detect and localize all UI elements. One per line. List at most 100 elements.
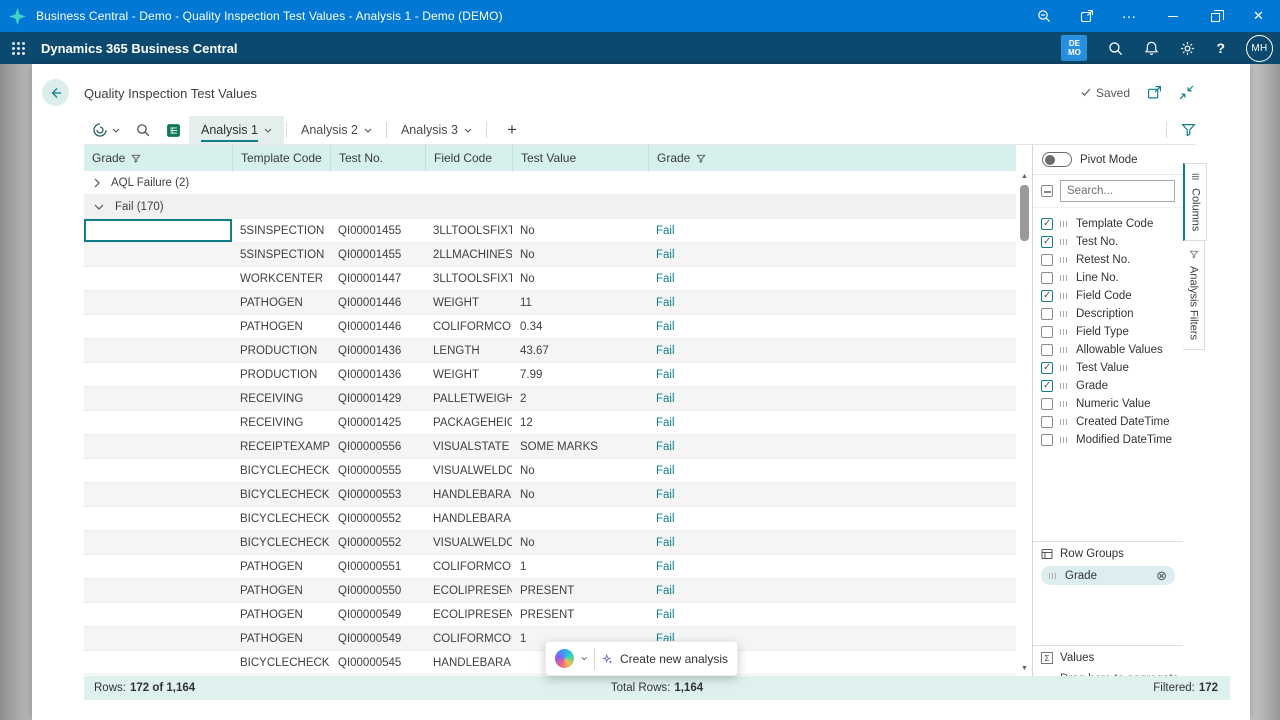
grade-value-cell[interactable]: Fail: [648, 387, 1016, 410]
scroll-up-icon[interactable]: ▲: [1018, 173, 1031, 180]
test-value-cell[interactable]: 11: [512, 291, 648, 314]
test-no-cell[interactable]: QI00000549: [330, 627, 425, 650]
filter-funnel-icon[interactable]: [1181, 123, 1196, 137]
template-code-cell[interactable]: BICYCLECHECKLIST: [232, 507, 330, 530]
drag-handle-icon[interactable]: [1060, 329, 1069, 335]
template-code-cell[interactable]: BICYCLECHECKLIST: [232, 459, 330, 482]
grade-group-cell[interactable]: [84, 387, 232, 410]
column-field-item[interactable]: Modified DateTime: [1033, 431, 1183, 449]
column-field-item[interactable]: Created DateTime: [1033, 413, 1183, 431]
grid-scrollbar[interactable]: ▲ ▼: [1018, 171, 1031, 676]
chevron-right-icon[interactable]: [94, 178, 100, 188]
help-icon[interactable]: ?: [1216, 40, 1225, 56]
template-code-cell[interactable]: PATHOGEN: [232, 315, 330, 338]
template-code-cell[interactable]: BICYCLECHECKLIST: [232, 651, 330, 674]
test-value-cell[interactable]: No: [512, 483, 648, 506]
field-code-cell[interactable]: PACKAGEHEIGHT: [425, 411, 512, 434]
test-no-cell[interactable]: QI00001455: [330, 243, 425, 266]
column-field-item[interactable]: Description: [1033, 305, 1183, 323]
tab-analysis-2[interactable]: Analysis 2: [289, 116, 384, 144]
copilot-menu-button[interactable]: [84, 116, 128, 144]
test-no-cell[interactable]: QI00001446: [330, 315, 425, 338]
tab-analysis-filters[interactable]: Analysis Filters: [1183, 241, 1205, 350]
grade-group-cell[interactable]: [84, 627, 232, 650]
share-popout-icon[interactable]: [1147, 85, 1162, 100]
test-no-cell[interactable]: QI00001436: [330, 339, 425, 362]
drag-handle-icon[interactable]: [1060, 347, 1069, 353]
test-no-cell[interactable]: QI00000556: [330, 435, 425, 458]
column-field-item[interactable]: Field Type: [1033, 323, 1183, 341]
drag-handle-icon[interactable]: [1060, 365, 1069, 371]
field-code-cell[interactable]: VISUALSTATE: [425, 435, 512, 458]
template-code-cell[interactable]: BICYCLECHECKLIST: [232, 531, 330, 554]
test-no-cell[interactable]: QI00000555: [330, 459, 425, 482]
test-value-cell[interactable]: [512, 507, 648, 530]
table-row[interactable]: 5SINSPECTION QI00001455 3LLTOOLSFIXTUR..…: [84, 219, 1016, 243]
table-row[interactable]: WORKCENTER QI00001447 3LLTOOLSFIXTUR... …: [84, 267, 1016, 291]
field-checkbox[interactable]: [1041, 380, 1053, 392]
field-code-cell[interactable]: WEIGHT: [425, 363, 512, 386]
field-checkbox[interactable]: [1041, 434, 1053, 446]
template-code-cell[interactable]: RECEIVING: [232, 387, 330, 410]
test-no-cell[interactable]: QI00001446: [330, 291, 425, 314]
table-row[interactable]: PATHOGEN QI00001446 WEIGHT 11 Fail: [84, 291, 1016, 315]
test-value-cell[interactable]: 1: [512, 555, 648, 578]
table-row[interactable]: BICYCLECHECKLIST QI00000552 VISUALWELDCH…: [84, 531, 1016, 555]
test-value-cell[interactable]: PRESENT: [512, 579, 648, 602]
column-header-test-value[interactable]: Test Value: [512, 145, 648, 171]
table-row[interactable]: 5SINSPECTION QI00001455 2LLMACHINESAN...…: [84, 243, 1016, 267]
search-icon[interactable]: [1108, 41, 1123, 56]
grade-group-cell[interactable]: [84, 579, 232, 602]
field-code-cell[interactable]: HANDLEBARALIG...: [425, 507, 512, 530]
column-field-item[interactable]: Allowable Values: [1033, 341, 1183, 359]
column-header-grade[interactable]: Grade: [84, 145, 232, 171]
grade-value-cell[interactable]: Fail: [648, 531, 1016, 554]
grade-value-cell[interactable]: Fail: [648, 219, 1016, 242]
field-checkbox[interactable]: [1041, 416, 1053, 428]
grade-group-cell[interactable]: [84, 291, 232, 314]
scrollbar-thumb[interactable]: [1020, 185, 1029, 241]
template-code-cell[interactable]: PATHOGEN: [232, 291, 330, 314]
field-checkbox[interactable]: [1041, 308, 1053, 320]
field-code-cell[interactable]: WEIGHT: [425, 291, 512, 314]
grade-value-cell[interactable]: Fail: [648, 267, 1016, 290]
scroll-down-icon[interactable]: ▼: [1018, 665, 1031, 672]
grade-value-cell[interactable]: Fail: [648, 459, 1016, 482]
template-code-cell[interactable]: 5SINSPECTION: [232, 243, 330, 266]
grid-search-button[interactable]: [128, 116, 158, 144]
tab-columns[interactable]: Columns: [1183, 163, 1207, 241]
chevron-down-icon[interactable]: [581, 656, 587, 661]
drag-handle-icon[interactable]: [1060, 221, 1069, 227]
table-row[interactable]: PRODUCTION QI00001436 LENGTH 43.67 Fail: [84, 339, 1016, 363]
field-code-cell[interactable]: HANDLEBARALIG...: [425, 483, 512, 506]
column-field-item[interactable]: Field Code: [1033, 287, 1183, 305]
field-checkbox[interactable]: [1041, 326, 1053, 338]
test-value-cell[interactable]: No: [512, 243, 648, 266]
grade-value-cell[interactable]: Fail: [648, 339, 1016, 362]
template-code-cell[interactable]: PATHOGEN: [232, 579, 330, 602]
grade-value-cell[interactable]: Fail: [648, 363, 1016, 386]
template-code-cell[interactable]: PATHOGEN: [232, 627, 330, 650]
column-search-input[interactable]: [1060, 180, 1175, 202]
collapse-icon[interactable]: [1179, 85, 1194, 100]
test-no-cell[interactable]: QI00000551: [330, 555, 425, 578]
tab-analysis-1[interactable]: Analysis 1: [189, 116, 284, 144]
grade-group-cell[interactable]: [84, 267, 232, 290]
test-no-cell[interactable]: QI00000553: [330, 483, 425, 506]
table-row[interactable]: PATHOGEN QI00000549 ECOLIPRESENT PRESENT…: [84, 603, 1016, 627]
column-field-item[interactable]: Numeric Value: [1033, 395, 1183, 413]
avatar[interactable]: MH: [1246, 35, 1273, 62]
test-value-cell[interactable]: No: [512, 219, 648, 242]
field-code-cell[interactable]: 3LLTOOLSFIXTUR...: [425, 219, 512, 242]
table-row[interactable]: RECEIVING QI00001425 PACKAGEHEIGHT 12 Fa…: [84, 411, 1016, 435]
app-name[interactable]: Dynamics 365 Business Central: [41, 41, 238, 56]
grade-group-cell[interactable]: [84, 507, 232, 530]
grade-group-cell[interactable]: [84, 531, 232, 554]
template-code-cell[interactable]: PRODUCTION: [232, 363, 330, 386]
settings-gear-icon[interactable]: [1180, 41, 1195, 56]
test-no-cell[interactable]: QI00001447: [330, 267, 425, 290]
grade-group-cell[interactable]: [84, 459, 232, 482]
table-row[interactable]: PATHOGEN QI00001446 COLIFORMCOUNT 0.34 F…: [84, 315, 1016, 339]
test-no-cell[interactable]: QI00001429: [330, 387, 425, 410]
table-row[interactable]: BICYCLECHECKLIST QI00000553 HANDLEBARALI…: [84, 483, 1016, 507]
